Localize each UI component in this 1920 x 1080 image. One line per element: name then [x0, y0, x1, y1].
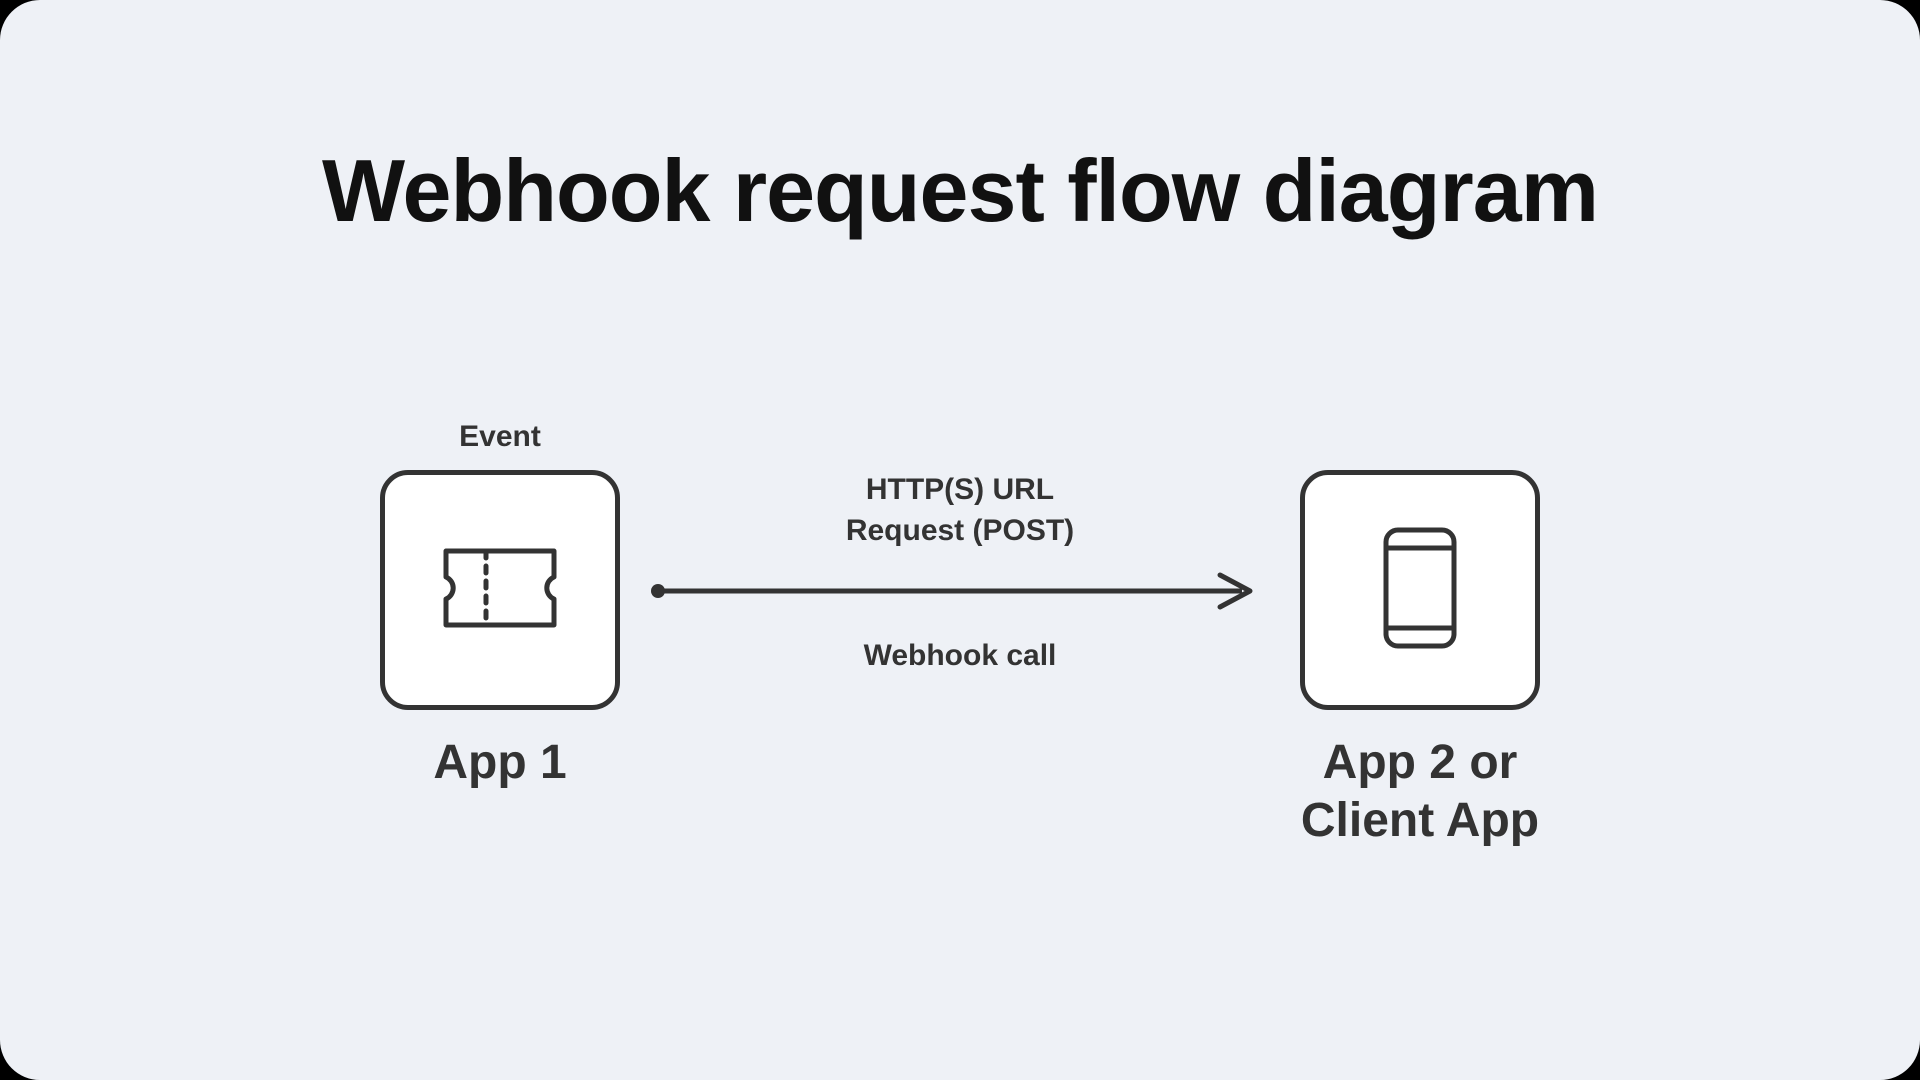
arrow-right-icon — [650, 571, 1270, 611]
arrow-bottom-label: Webhook call — [864, 639, 1057, 673]
target-caption: App 2 orClient App — [1301, 734, 1539, 849]
flow-diagram: Event App 1 HTTP(S) URLRequest (POST) — [0, 420, 1920, 849]
source-box — [380, 470, 620, 710]
ticket-icon — [440, 545, 560, 636]
source-node: Event App 1 — [380, 420, 620, 792]
target-box — [1300, 470, 1540, 710]
arrow-block: HTTP(S) URLRequest (POST) Webhook call — [650, 420, 1270, 673]
source-top-label: Event — [459, 420, 541, 456]
diagram-canvas: Webhook request flow diagram Event App 1… — [0, 0, 1920, 1080]
phone-icon — [1380, 524, 1460, 657]
source-caption: App 1 — [433, 734, 566, 792]
arrow-top-label: HTTP(S) URLRequest (POST) — [846, 470, 1074, 551]
diagram-title: Webhook request flow diagram — [0, 140, 1920, 242]
target-node: App 2 orClient App — [1300, 420, 1540, 849]
